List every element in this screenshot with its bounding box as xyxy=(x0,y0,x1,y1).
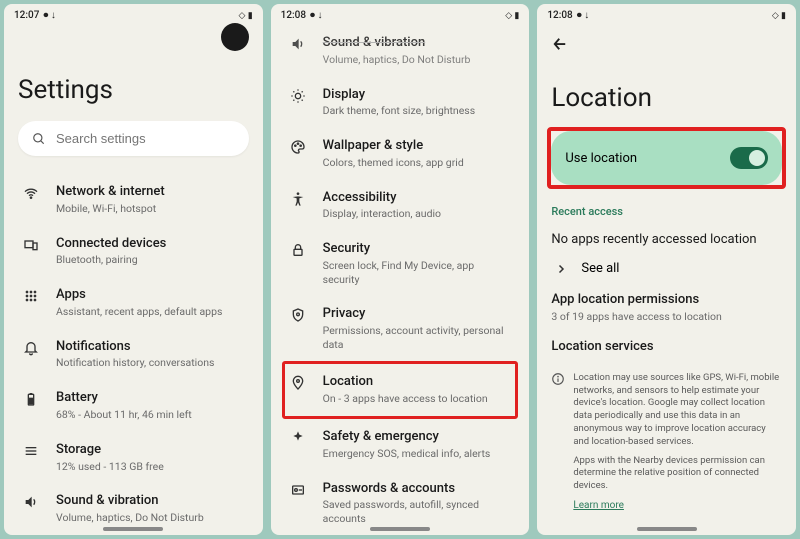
accessibility-icon xyxy=(289,191,307,207)
location-icon xyxy=(289,375,307,391)
item-battery[interactable]: Battery68% - About 11 hr, 46 min left xyxy=(18,380,249,432)
back-icon[interactable] xyxy=(551,35,569,53)
info-text-1: Location may use sources like GPS, Wi-Fi… xyxy=(573,372,782,449)
search-icon xyxy=(32,132,46,146)
emergency-icon xyxy=(289,430,307,446)
page-title: Location xyxy=(551,83,782,113)
item-apps[interactable]: AppsAssistant, recent apps, default apps xyxy=(18,277,249,329)
item-connected[interactable]: Connected devicesBluetooth, pairing xyxy=(18,226,249,278)
storage-icon xyxy=(22,443,40,459)
item-title: Network & internet xyxy=(56,184,245,201)
info-icon xyxy=(551,372,565,386)
use-location-label: Use location xyxy=(565,151,637,166)
palette-icon xyxy=(289,139,307,155)
volume-icon xyxy=(22,494,40,510)
recent-access-label: Recent access xyxy=(551,205,782,218)
item-sound[interactable]: Sound & vibrationVolume, haptics, Do Not… xyxy=(18,483,249,523)
item-sound[interactable]: Sound & vibrationVolume, haptics, Do Not… xyxy=(285,25,516,77)
wifi-icon xyxy=(22,185,40,201)
phone-location: 12:08 ⏺ ↓ ◇ ▮ Location Use location Rece… xyxy=(537,4,796,535)
item-sub: Mobile, Wi-Fi, hotspot xyxy=(56,202,245,216)
use-location-toggle[interactable]: Use location xyxy=(551,131,782,185)
nav-handle[interactable] xyxy=(370,527,430,531)
battery-icon xyxy=(22,391,40,407)
phone-settings-main: 12:07 ⏺ ↓ ◇ ▮ Settings Network & interne… xyxy=(4,4,263,535)
page-title: Settings xyxy=(18,75,249,105)
learn-more-link[interactable]: Learn more xyxy=(573,500,624,511)
devices-icon xyxy=(22,237,40,253)
volume-icon xyxy=(289,36,307,52)
item-location[interactable]: LocationOn - 3 apps have access to locat… xyxy=(285,364,516,416)
item-accessibility[interactable]: AccessibilityDisplay, interaction, audio xyxy=(285,180,516,232)
nav-handle[interactable] xyxy=(637,527,697,531)
location-services-row[interactable]: Location services xyxy=(551,331,782,364)
info-text-2: Apps with the Nearby devices permission … xyxy=(573,455,782,493)
item-network[interactable]: Network & internetMobile, Wi-Fi, hotspot xyxy=(18,174,249,226)
privacy-icon xyxy=(289,307,307,323)
avatar[interactable] xyxy=(221,23,249,51)
item-display[interactable]: DisplayDark theme, font size, brightness xyxy=(285,77,516,129)
key-icon xyxy=(289,482,307,498)
phone-settings-scrolled: 12:08 ⏺ ↓ ◇ ▮ Sound & vibrationVolume, h… xyxy=(271,4,530,535)
app-permissions-row[interactable]: App location permissions 3 of 19 apps ha… xyxy=(551,284,782,331)
apps-icon xyxy=(22,288,40,304)
lock-icon xyxy=(289,242,307,258)
chevron-right-icon xyxy=(555,263,567,275)
item-passwords[interactable]: Passwords & accountsSaved passwords, aut… xyxy=(285,471,516,523)
item-notifications[interactable]: NotificationsNotification history, conve… xyxy=(18,329,249,381)
toggle-switch[interactable] xyxy=(730,147,768,169)
status-bar: 12:08 ⏺ ↓ ◇ ▮ xyxy=(271,4,530,23)
item-safety[interactable]: Safety & emergencyEmergency SOS, medical… xyxy=(285,419,516,471)
nav-handle[interactable] xyxy=(103,527,163,531)
item-storage[interactable]: Storage12% used - 113 GB free xyxy=(18,432,249,484)
brightness-icon xyxy=(289,88,307,104)
item-privacy[interactable]: PrivacyPermissions, account activity, pe… xyxy=(285,296,516,361)
see-all-row[interactable]: See all xyxy=(551,253,782,284)
search-field[interactable] xyxy=(56,131,235,146)
item-security[interactable]: SecurityScreen lock, Find My Device, app… xyxy=(285,231,516,296)
bell-icon xyxy=(22,340,40,356)
item-wallpaper[interactable]: Wallpaper & styleColors, themed icons, a… xyxy=(285,128,516,180)
status-bar: 12:07 ⏺ ↓ ◇ ▮ xyxy=(4,4,263,23)
status-bar: 12:08 ⏺ ↓ ◇ ▮ xyxy=(537,4,796,23)
clock: 12:07 xyxy=(14,10,39,21)
no-apps-text: No apps recently accessed location xyxy=(551,226,782,253)
search-input[interactable] xyxy=(18,121,249,156)
